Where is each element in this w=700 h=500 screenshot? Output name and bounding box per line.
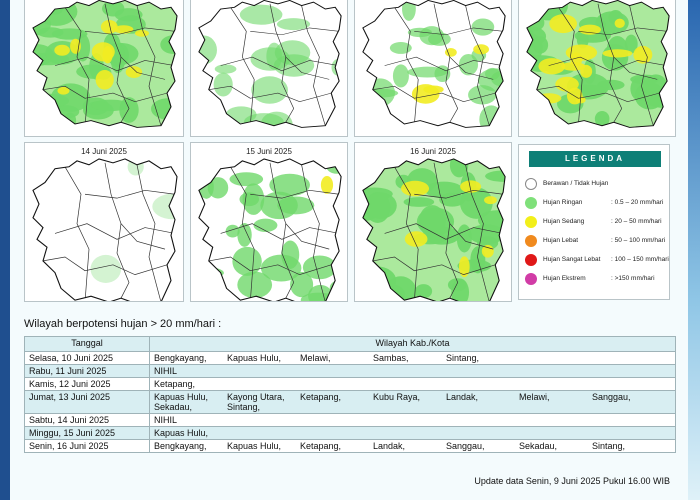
table-row: Jumat, 13 Juni 2025 Kapuas Hulu, Kayong Ut… bbox=[24, 390, 676, 414]
rain-map-14-juni: 14 Juni 2025 bbox=[24, 142, 184, 302]
legend-panel: LEGENDA Berawan / Tidak Hujan Hujan Ring… bbox=[518, 144, 670, 300]
legend-label: Berawan / Tidak Hujan bbox=[543, 180, 609, 187]
rain-map-15-juni: 15 Juni 2025 bbox=[190, 142, 348, 302]
map-date-label: 14 Juni 2025 bbox=[81, 147, 127, 156]
region-name: Melawi, bbox=[519, 392, 550, 402]
rain-map-13-juni bbox=[518, 0, 676, 137]
rain-map-11-juni bbox=[190, 0, 348, 137]
legend-swatch bbox=[525, 235, 537, 247]
section-title: Wilayah berpotensi hujan > 20 mm/hari : bbox=[24, 318, 222, 330]
row-regions: Kapuas Hulu, bbox=[149, 426, 676, 440]
region-name: Sanggau, bbox=[446, 441, 485, 451]
map-date-label: 16 Juni 2025 bbox=[410, 147, 456, 156]
region-name: Ketapang, bbox=[300, 392, 342, 402]
legend-item: Hujan Lebat : 50 – 100 mm/hari bbox=[525, 235, 669, 249]
row-date: Jumat, 13 Juni 2025 bbox=[24, 390, 150, 414]
region-name: Sintang, bbox=[592, 441, 626, 451]
row-regions: Kapuas Hulu, Kayong Utara, Ketapang, Kubu R… bbox=[149, 390, 676, 414]
row-date: Rabu, 11 Juni 2025 bbox=[24, 364, 150, 378]
row-regions: Bengkayang, Kapuas Hulu, Melawi, Sambas, Sin… bbox=[149, 351, 676, 365]
region-name: Kapuas Hulu, bbox=[154, 428, 209, 438]
table-row: Selasa, 10 Juni 2025 Bengkayang, Kapuas Hu… bbox=[24, 351, 676, 365]
legend-range: : >150 mm/hari bbox=[611, 275, 655, 282]
left-edge-band bbox=[0, 0, 10, 500]
rain-map-16-juni: 16 Juni 2025 bbox=[354, 142, 512, 302]
legend-item: Hujan Ekstrem : >150 mm/hari bbox=[525, 273, 669, 287]
legend-label: Hujan Ekstrem bbox=[543, 275, 586, 282]
legend-range: : 50 – 100 mm/hari bbox=[611, 237, 666, 244]
legend-swatch bbox=[525, 178, 537, 190]
region-name: NIHIL bbox=[154, 415, 178, 425]
header-wilayah: Wilayah Kab./Kota bbox=[149, 336, 676, 352]
header-tanggal: Tanggal bbox=[24, 336, 150, 352]
table-row: Senin, 16 Juni 2025 Bengkayang, Kapuas Hul… bbox=[24, 439, 676, 453]
legend-range: : 100 – 150 mm/hari bbox=[611, 256, 669, 263]
region-name: Kapuas Hulu, bbox=[227, 441, 282, 451]
region-name: Kapuas Hulu, bbox=[227, 353, 282, 363]
legend-item: Hujan Ringan : 0.5 – 20 mm/hari bbox=[525, 197, 669, 211]
row-regions: Ketapang, bbox=[149, 377, 676, 391]
region-name: Landak, bbox=[446, 392, 479, 402]
table-row: Sabtu, 14 Juni 2025 NIHIL bbox=[24, 413, 676, 427]
legend-swatch bbox=[525, 273, 537, 285]
rain-map-12-juni bbox=[354, 0, 512, 137]
region-name: Sanggau, bbox=[592, 392, 631, 402]
legend-swatch bbox=[525, 216, 537, 228]
legend-label: Hujan Sedang bbox=[543, 218, 585, 225]
region-name: Ketapang, bbox=[300, 441, 342, 451]
row-date: Selasa, 10 Juni 2025 bbox=[24, 351, 150, 365]
legend-item: Hujan Sedang : 20 – 50 mm/hari bbox=[525, 216, 669, 230]
legend-item: Hujan Sangat Lebat : 100 – 150 mm/hari bbox=[525, 254, 669, 268]
region-name: Sekadau, bbox=[154, 402, 193, 412]
row-date: Senin, 16 Juni 2025 bbox=[24, 439, 150, 453]
row-regions: Bengkayang, Kapuas Hulu, Ketapang, Landak, S… bbox=[149, 439, 676, 453]
legend-label: Hujan Sangat Lebat bbox=[543, 256, 601, 263]
table-row: Minggu, 15 Juni 2025 Kapuas Hulu, bbox=[24, 426, 676, 440]
table-header-row: Tanggal Wilayah Kab./Kota bbox=[24, 336, 676, 352]
row-date: Minggu, 15 Juni 2025 bbox=[24, 426, 150, 440]
region-name: Sambas, bbox=[373, 353, 409, 363]
region-name: Kayong Utara, bbox=[227, 392, 285, 402]
region-name: Kubu Raya, bbox=[373, 392, 421, 402]
update-footer: Update data Senin, 9 Juni 2025 Pukul 16.… bbox=[474, 476, 670, 486]
region-name: Landak, bbox=[373, 441, 406, 451]
region-name: Sekadau, bbox=[519, 441, 558, 451]
legend-range: : 0.5 – 20 mm/hari bbox=[611, 199, 664, 206]
region-name: Kapuas Hulu, bbox=[154, 392, 209, 402]
row-regions: NIHIL bbox=[149, 413, 676, 427]
region-name: Sintang, bbox=[227, 402, 261, 412]
region-name: NIHIL bbox=[154, 366, 178, 376]
map-date-label: 15 Juni 2025 bbox=[246, 147, 292, 156]
legend-swatch bbox=[525, 197, 537, 209]
rain-table: Tanggal Wilayah Kab./Kota Selasa, 10 Jun… bbox=[24, 336, 676, 453]
legend-swatch bbox=[525, 254, 537, 266]
legend-item: Berawan / Tidak Hujan bbox=[525, 178, 669, 192]
region-name: Bengkayang, bbox=[154, 353, 207, 363]
region-name: Bengkayang, bbox=[154, 441, 207, 451]
rain-map-10-juni bbox=[24, 0, 184, 137]
legend-range: : 20 – 50 mm/hari bbox=[611, 218, 662, 225]
region-name: Melawi, bbox=[300, 353, 331, 363]
row-date: Kamis, 12 Juni 2025 bbox=[24, 377, 150, 391]
legend-label: Hujan Lebat bbox=[543, 237, 579, 244]
region-name: Ketapang, bbox=[154, 379, 196, 389]
row-date: Sabtu, 14 Juni 2025 bbox=[24, 413, 150, 427]
region-name: Sintang, bbox=[446, 353, 480, 363]
row-regions: NIHIL bbox=[149, 364, 676, 378]
legend-title: LEGENDA bbox=[529, 151, 661, 167]
legend-label: Hujan Ringan bbox=[543, 199, 583, 206]
right-edge-band bbox=[688, 0, 700, 500]
table-row: Rabu, 11 Juni 2025 NIHIL bbox=[24, 364, 676, 378]
table-row: Kamis, 12 Juni 2025 Ketapang, bbox=[24, 377, 676, 391]
